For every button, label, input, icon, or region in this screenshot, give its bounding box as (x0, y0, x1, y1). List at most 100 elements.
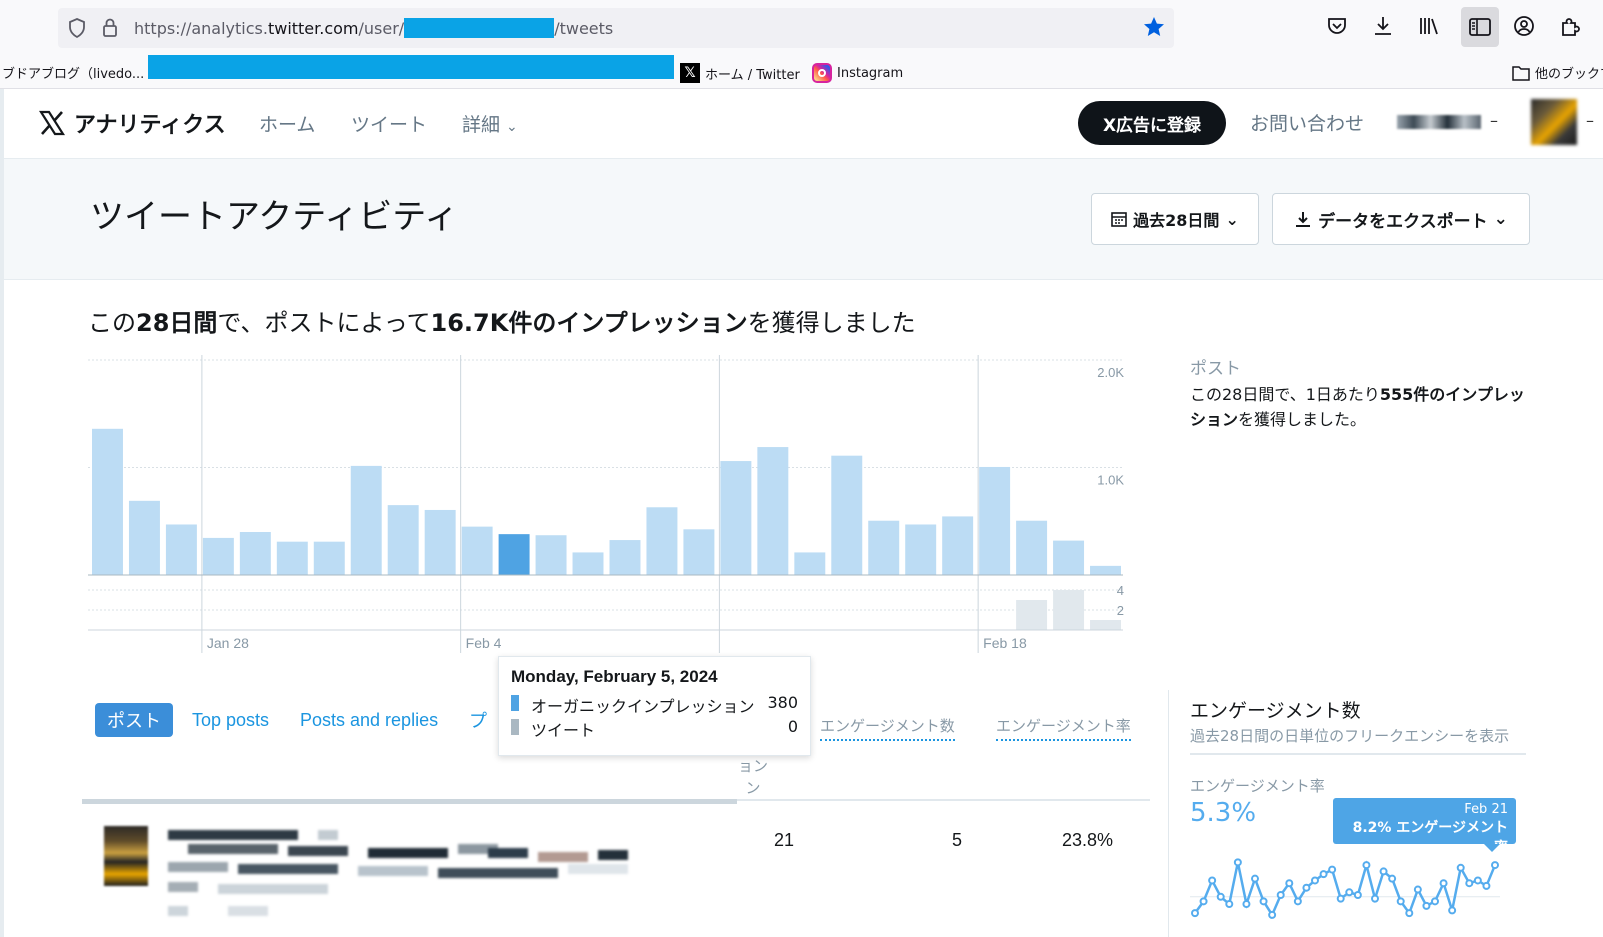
impression-bar (942, 516, 974, 575)
bookmark-other[interactable]: 他のブックマ (1512, 63, 1603, 82)
address-bar[interactable]: https://analytics.twitter.com/user//twee… (58, 8, 1174, 48)
bookmark-star-icon[interactable] (1142, 15, 1166, 39)
impression-bar (498, 534, 530, 575)
download-icon[interactable] (1370, 13, 1396, 39)
impression-bar (794, 552, 826, 575)
sparkline-point[interactable] (1285, 879, 1294, 888)
contact-link[interactable]: お問い合わせ (1250, 109, 1364, 136)
avatar[interactable] (1531, 99, 1577, 145)
sparkline-point[interactable] (1456, 863, 1465, 872)
sparkline-point[interactable] (1336, 894, 1345, 903)
sparkline-point[interactable] (1251, 874, 1259, 883)
shield-icon[interactable] (68, 18, 86, 38)
x-ads-signup-button[interactable]: X広告に登録 (1078, 101, 1226, 145)
nav-tweets[interactable]: ツイート (351, 110, 427, 137)
engagement-rate-label: エンゲージメント率 (1190, 777, 1325, 795)
sparkline-point[interactable] (1396, 897, 1405, 906)
pocket-icon[interactable] (1324, 13, 1350, 39)
row-impressions: 21 (774, 830, 795, 850)
x-logo-icon[interactable] (38, 109, 66, 137)
tab-posts-and-replies[interactable]: Posts and replies (300, 703, 438, 737)
column-impressions[interactable]: ョン ン (713, 755, 793, 801)
sparkline-point[interactable] (1233, 858, 1242, 867)
sparkline-point[interactable] (1293, 897, 1302, 906)
sparkline-point[interactable] (1413, 885, 1422, 894)
bookmark-twitter[interactable]: 𝕏 ホーム / Twitter (680, 63, 800, 83)
sparkline-point[interactable] (1259, 897, 1268, 906)
analytics-nav: アナリティクス ホーム ツイート 詳細 ⌄ X広告に登録 お問い合わせ – – (4, 89, 1603, 159)
impression-bar (535, 535, 567, 575)
folder-icon (1512, 65, 1530, 81)
sparkline-point[interactable] (1199, 897, 1208, 906)
sparkline-point[interactable] (1353, 890, 1362, 899)
account-name-redacted[interactable] (1397, 115, 1481, 129)
tab-promoted[interactable]: プ (469, 703, 487, 737)
export-data-button[interactable]: データをエクスポート ⌄ (1272, 193, 1530, 245)
sparkline-point[interactable] (1276, 890, 1285, 899)
sparkline-point[interactable] (1328, 865, 1337, 874)
nav-home[interactable]: ホーム (259, 110, 315, 137)
account-dash: – (1490, 111, 1498, 130)
sparkline-point[interactable] (1225, 900, 1234, 909)
bookmark-livedoor[interactable]: ブドアブログ（livedo... (2, 63, 144, 82)
date-range-button[interactable]: 過去28日間 ⌄ (1091, 193, 1259, 245)
sparkline-point[interactable] (1388, 874, 1397, 883)
callout-date: Feb 21 (1464, 802, 1508, 817)
column-engagements[interactable]: エンゲージメント数 (820, 715, 955, 741)
chevron-down-icon: ⌄ (506, 119, 518, 135)
y-tick-label: 1.0K (1097, 473, 1124, 488)
sparkline-point[interactable] (1216, 892, 1225, 901)
account-icon[interactable] (1511, 13, 1537, 39)
library-icon[interactable] (1416, 13, 1442, 39)
sparkline-point[interactable] (1208, 876, 1217, 885)
y-tick-label: 2.0K (1097, 365, 1124, 380)
sparkline-point[interactable] (1482, 881, 1491, 890)
sparkline-point[interactable] (1319, 870, 1328, 879)
impression-bar (202, 537, 234, 575)
nav-more[interactable]: 詳細 ⌄ (462, 110, 518, 137)
post-thumbnail (104, 826, 148, 886)
x-tick-label: Feb 4 (466, 635, 502, 651)
sparkline-point[interactable] (1345, 888, 1354, 897)
nav-more-label: 詳細 (462, 114, 501, 136)
extensions-icon[interactable] (1557, 13, 1583, 39)
x-favicon-icon: 𝕏 (680, 63, 700, 83)
url-text: https://analytics.twitter.com/user//twee… (134, 18, 614, 38)
bookmarks-bar: ブドアブログ（livedo... 𝕏 ホーム / Twitter Instagra… (0, 55, 1603, 89)
sparkline-point[interactable] (1362, 861, 1371, 870)
sparkline-point[interactable] (1431, 897, 1439, 906)
engagement-rate-value: 5.3% (1190, 798, 1257, 828)
table-row[interactable]: 21 5 23.8% (82, 820, 1150, 930)
bookmark-instagram[interactable]: Instagram (812, 63, 903, 83)
sparkline-point[interactable] (1439, 879, 1448, 888)
table-scroll-indicator (82, 799, 737, 804)
sparkline-point[interactable] (1448, 906, 1457, 915)
impression-bar (1016, 520, 1048, 575)
sparkline-point[interactable] (1371, 894, 1379, 903)
impressions-summary: この28日間で、ポストによって16.7K件のインプレッションを獲得しました (88, 309, 916, 337)
impression-bar (461, 526, 493, 575)
sparkline-point[interactable] (1422, 901, 1431, 910)
tab-posts[interactable]: ポスト (95, 703, 173, 737)
row-engagement-rate: 23.8% (1062, 830, 1114, 850)
sparkline-point[interactable] (1465, 879, 1474, 888)
browser-toolbar: https://analytics.twitter.com/user//twee… (0, 0, 1603, 55)
sidebar-toggle-icon[interactable] (1461, 7, 1499, 47)
sparkline-point[interactable] (1302, 883, 1311, 892)
brand-title[interactable]: アナリティクス (74, 107, 226, 139)
sparkline-point[interactable] (1405, 909, 1414, 918)
sparkline-point[interactable] (1311, 876, 1319, 885)
impressions-chart[interactable]: 2.0K 1.0K 4 2 Jan 28 Feb 4 Feb 18 (88, 355, 1158, 675)
sparkline-point[interactable] (1191, 909, 1199, 918)
avatar-dash: – (1586, 111, 1594, 130)
tooltip-date: Monday, February 5, 2024 (511, 667, 718, 686)
engagement-rate-sparkline[interactable] (1190, 850, 1510, 935)
sparkline-point[interactable] (1473, 876, 1482, 885)
sparkline-point[interactable] (1268, 910, 1277, 919)
tab-top-posts[interactable]: Top posts (192, 703, 269, 737)
column-engagement-rate[interactable]: エンゲージメント率 (996, 715, 1131, 741)
sparkline-point[interactable] (1491, 861, 1499, 870)
sparkline-point[interactable] (1242, 900, 1251, 909)
sparkline-point[interactable] (1379, 867, 1388, 876)
lock-icon[interactable] (102, 17, 118, 37)
